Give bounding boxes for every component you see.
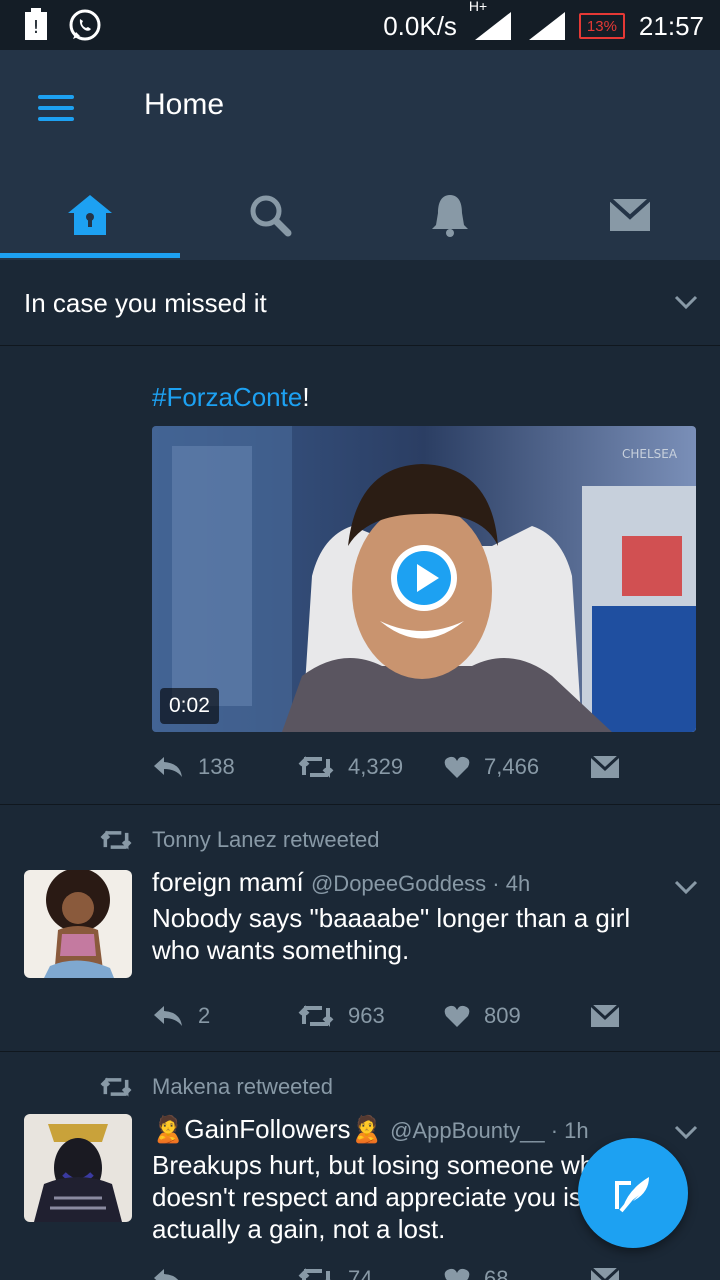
retweet-icon bbox=[100, 830, 132, 850]
retweet-count: 4,329 bbox=[348, 754, 404, 779]
tweet-actions: 74 68 bbox=[152, 1266, 620, 1280]
net-speed: 0.0K/s bbox=[383, 10, 457, 41]
menu-button[interactable] bbox=[38, 95, 74, 123]
home-icon bbox=[68, 195, 112, 235]
signal-icon bbox=[528, 12, 565, 40]
tweet-card[interactable]: #ForzaConte! CHELSEA 0:02 138 4,329 7,46… bbox=[0, 346, 720, 805]
tab-home[interactable] bbox=[0, 170, 180, 260]
retweet-icon bbox=[298, 1268, 331, 1280]
tab-search[interactable] bbox=[180, 170, 360, 260]
retweeted-by: Makena retweeted bbox=[100, 1074, 333, 1100]
tweet-text: #ForzaConte! bbox=[152, 382, 310, 412]
avatar[interactable] bbox=[24, 1114, 132, 1222]
retweet-button[interactable]: 963 bbox=[298, 1003, 444, 1029]
direct-message-icon[interactable] bbox=[590, 755, 620, 779]
retweeted-by: Tonny Lanez retweeted bbox=[100, 827, 380, 853]
retweet-count: 963 bbox=[348, 1003, 385, 1028]
menu-icon bbox=[38, 95, 74, 99]
avatar[interactable] bbox=[24, 870, 132, 978]
like-count: 68 bbox=[484, 1266, 509, 1280]
tweet-header: foreign mamí @DopeeGoddess · 4h bbox=[152, 867, 530, 898]
tweet-card[interactable]: Tonny Lanez retweeted foreign mamí @Dope… bbox=[0, 805, 720, 1052]
retweet-icon bbox=[100, 1077, 132, 1097]
envelope-icon bbox=[608, 197, 652, 231]
retweet-icon bbox=[298, 1005, 334, 1027]
direct-message-icon[interactable] bbox=[590, 1267, 620, 1280]
section-title: In case you missed it bbox=[24, 288, 267, 318]
tweet-text: Nobody says "baaaabe" longer than a girl… bbox=[152, 903, 631, 965]
like-button[interactable]: 7,466 bbox=[444, 754, 590, 780]
svg-text:CHELSEA: CHELSEA bbox=[622, 447, 678, 461]
display-name[interactable]: foreign mamí bbox=[152, 867, 304, 897]
tab-messages[interactable] bbox=[540, 170, 720, 260]
reply-count: 138 bbox=[198, 754, 235, 779]
play-icon[interactable] bbox=[388, 542, 460, 614]
reply-button[interactable]: 138 bbox=[152, 754, 298, 780]
like-button[interactable]: 68 bbox=[444, 1266, 590, 1280]
compose-feather-icon bbox=[615, 1177, 649, 1213]
chevron-down-icon[interactable] bbox=[674, 879, 698, 895]
heart-icon bbox=[444, 756, 470, 778]
handle-time: @DopeeGoddess · 4h bbox=[310, 871, 531, 896]
video-duration: 0:02 bbox=[160, 688, 219, 724]
retweet-count: 74 bbox=[348, 1266, 373, 1280]
hashtag-link[interactable]: #ForzaConte bbox=[152, 382, 302, 412]
tweet-actions: 2 963 809 bbox=[152, 1003, 620, 1029]
svg-text:!: ! bbox=[32, 17, 39, 38]
app-bar: Home bbox=[0, 50, 720, 260]
handle-time: @AppBounty__ · 1h bbox=[390, 1118, 589, 1143]
signal-h-plus-icon: H+ bbox=[469, 0, 511, 42]
search-icon bbox=[250, 195, 292, 237]
direct-message-icon[interactable] bbox=[590, 1004, 620, 1028]
tweet-actions: 138 4,329 7,466 bbox=[152, 754, 620, 780]
heart-icon bbox=[444, 1005, 470, 1027]
reply-button[interactable] bbox=[152, 1267, 298, 1280]
heart-icon bbox=[444, 1268, 470, 1280]
tweet-video[interactable]: CHELSEA 0:02 bbox=[152, 426, 696, 732]
tab-bar bbox=[0, 170, 720, 260]
reply-count: 2 bbox=[198, 1003, 211, 1028]
status-bar: ! 0.0K/s H+ 13% 21:57 bbox=[0, 0, 720, 50]
battery-alert-icon: ! bbox=[25, 8, 47, 40]
page-title: Home bbox=[144, 88, 225, 121]
chevron-down-icon[interactable] bbox=[674, 294, 698, 310]
tweet-header: 🙎GainFollowers🙎 @AppBounty__ · 1h bbox=[152, 1114, 589, 1145]
reply-icon bbox=[154, 1006, 182, 1026]
in-case-you-missed-it-header[interactable]: In case you missed it bbox=[0, 260, 720, 346]
network-type: H+ bbox=[468, 0, 488, 14]
like-count: 7,466 bbox=[484, 754, 540, 779]
battery-indicator: 13% bbox=[578, 13, 625, 39]
reply-icon bbox=[154, 757, 182, 777]
reply-icon bbox=[154, 1269, 179, 1280]
retweet-button[interactable]: 74 bbox=[298, 1266, 444, 1280]
bell-icon bbox=[432, 195, 468, 237]
like-button[interactable]: 809 bbox=[444, 1003, 590, 1029]
chevron-down-icon[interactable] bbox=[674, 1124, 698, 1140]
reply-button[interactable]: 2 bbox=[152, 1003, 298, 1029]
whatsapp-icon bbox=[69, 9, 101, 41]
compose-tweet-button[interactable] bbox=[578, 1138, 688, 1248]
retweet-button[interactable]: 4,329 bbox=[298, 754, 444, 780]
tab-notifications[interactable] bbox=[360, 170, 540, 260]
like-count: 809 bbox=[484, 1003, 521, 1028]
clock: 21:57 bbox=[638, 10, 704, 41]
retweet-icon bbox=[298, 756, 334, 778]
display-name[interactable]: 🙎GainFollowers🙎 bbox=[152, 1114, 383, 1144]
